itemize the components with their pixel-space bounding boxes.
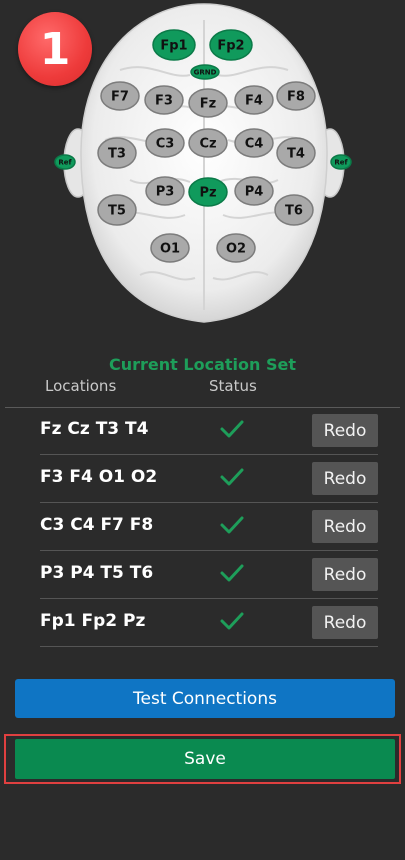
redo-button[interactable]: Redo [312,606,378,639]
check-icon [220,516,244,534]
electrode-c3: C3 [145,128,185,158]
electrode-f3: F3 [144,85,184,115]
redo-button[interactable]: Redo [312,462,378,495]
electrode-label: Fz [200,97,216,112]
electrode-label: Pz [199,186,216,201]
location-row: F3 F4 O1 O2 Redo [40,455,378,503]
save-button[interactable]: Save [15,739,395,779]
electrode-f7: F7 [100,81,140,111]
electrode-ref: Ref [330,154,352,170]
electrode-label: F4 [245,94,263,109]
electrode-c4: C4 [234,128,274,158]
electrode-t6: T6 [274,194,314,226]
row-locations: F3 F4 O1 O2 [40,467,158,487]
electrode-label: P3 [156,185,175,200]
electrode-label: F8 [287,90,305,105]
row-locations: C3 C4 F7 F8 [40,515,154,535]
test-connections-button[interactable]: Test Connections [15,679,395,718]
redo-button[interactable]: Redo [312,558,378,591]
electrode-label: T6 [285,204,303,219]
electrode-label: Fp1 [160,39,187,54]
electrode-label: C3 [156,137,175,152]
electrode-label: Cz [199,137,216,152]
electrode-label: F3 [155,94,173,109]
electrode-label: Ref [334,159,348,167]
electrode-pz: Pz [188,177,228,207]
electrode-p4: P4 [234,176,274,206]
electrode-label: T3 [108,147,126,162]
step-badge: 1 [18,12,92,86]
locations-column-header: Locations [45,377,117,395]
location-row: P3 P4 T5 T6 Redo [40,551,378,599]
electrode-o1: O1 [150,233,190,263]
electrode-cz: Cz [188,128,228,158]
electrode-label: Fp2 [217,39,244,54]
check-icon [220,420,244,438]
location-set-title: Current Location Set [109,355,296,374]
electrode-fz: Fz [188,88,228,118]
electrode-f8: F8 [276,81,316,111]
electrode-t5: T5 [97,194,137,226]
electrode-label: T5 [108,204,126,219]
row-locations: Fz Cz T3 T4 [40,419,149,439]
electrode-label: Ref [58,159,72,167]
electrode-o2: O2 [216,233,256,263]
electrode-label: T4 [287,147,305,162]
electrode-f4: F4 [234,85,274,115]
electrode-fp1: Fp1 [152,29,196,61]
row-locations: Fp1 Fp2 Pz [40,611,146,631]
electrode-p3: P3 [145,176,185,206]
check-icon [220,468,244,486]
redo-button[interactable]: Redo [312,414,378,447]
electrode-fp2: Fp2 [209,29,253,61]
redo-button[interactable]: Redo [312,510,378,543]
electrode-label: P4 [245,185,264,200]
location-row: Fz Cz T3 T4 Redo [40,407,378,455]
electrode-label: O2 [226,242,246,257]
row-locations: P3 P4 T5 T6 [40,563,154,583]
status-column-header: Status [209,377,257,395]
location-row: C3 C4 F7 F8 Redo [40,503,378,551]
check-icon [220,612,244,630]
electrode-label: F7 [111,90,129,105]
electrode-ref: Ref [54,154,76,170]
location-row: Fp1 Fp2 Pz Redo [40,599,378,647]
electrode-grnd: GRND [190,64,220,80]
electrode-label: O1 [160,242,180,257]
electrode-t3: T3 [97,137,137,169]
electrode-label: GRND [194,69,217,77]
check-icon [220,564,244,582]
electrode-t4: T4 [276,137,316,169]
electrode-label: C4 [245,137,264,152]
